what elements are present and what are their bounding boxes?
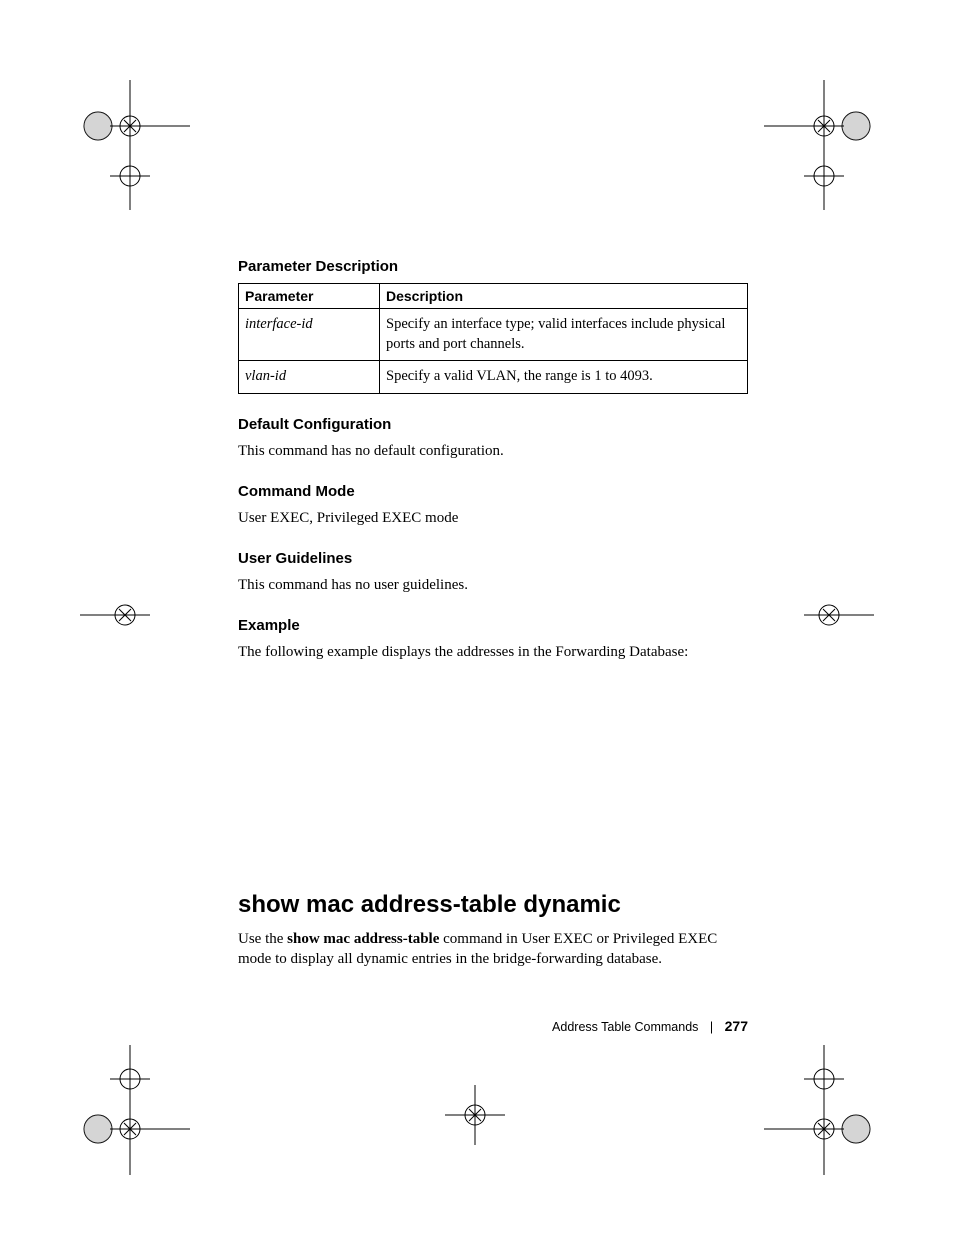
heading-user-guidelines: User Guidelines: [238, 550, 748, 567]
command-intro: Use the show mac address-table command i…: [238, 929, 748, 970]
text-default-configuration: This command has no default configuratio…: [238, 441, 748, 461]
page-content: Parameter Description Parameter Descript…: [238, 258, 748, 973]
crop-mark-icon: [80, 80, 190, 210]
crop-mark-icon: [764, 1045, 874, 1175]
footer-separator: |: [710, 1020, 713, 1034]
command-title: show mac address-table dynamic: [238, 891, 748, 919]
cell-param: vlan-id: [239, 361, 380, 394]
text-example: The following example displays the addre…: [238, 642, 748, 662]
page-footer: Address Table Commands | 277: [238, 1018, 748, 1034]
crop-mark-icon: [445, 1085, 505, 1145]
crop-mark-icon: [80, 590, 150, 640]
text-user-guidelines: This command has no user guidelines.: [238, 575, 748, 595]
th-parameter: Parameter: [239, 284, 380, 309]
parameter-table: Parameter Description interface-id Speci…: [238, 283, 748, 394]
cell-desc: Specify an interface type; valid interfa…: [380, 309, 748, 361]
table-row: vlan-id Specify a valid VLAN, the range …: [239, 361, 748, 394]
intro-pre: Use the: [238, 931, 287, 947]
intro-bold: show mac address-table: [287, 931, 439, 947]
text-command-mode: User EXEC, Privileged EXEC mode: [238, 508, 748, 528]
footer-chapter: Address Table Commands: [552, 1020, 698, 1034]
heading-default-configuration: Default Configuration: [238, 416, 748, 433]
cell-desc: Specify a valid VLAN, the range is 1 to …: [380, 361, 748, 394]
crop-mark-icon: [80, 1045, 190, 1175]
heading-example: Example: [238, 617, 748, 634]
crop-mark-icon: [804, 590, 874, 640]
th-description: Description: [380, 284, 748, 309]
table-row: interface-id Specify an interface type; …: [239, 309, 748, 361]
heading-command-mode: Command Mode: [238, 483, 748, 500]
cell-param: interface-id: [239, 309, 380, 361]
heading-parameter-description: Parameter Description: [238, 258, 748, 275]
crop-mark-icon: [764, 80, 874, 210]
table-header-row: Parameter Description: [239, 284, 748, 309]
footer-page-number: 277: [725, 1018, 748, 1034]
